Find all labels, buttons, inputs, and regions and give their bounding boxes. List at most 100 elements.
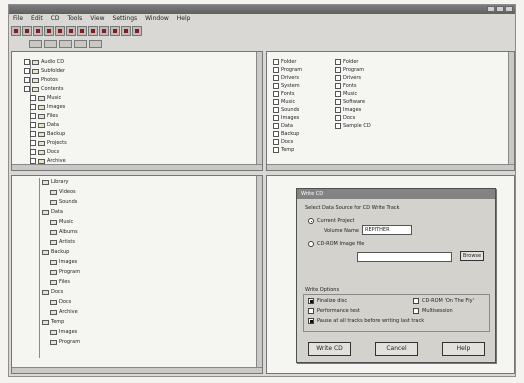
list-item[interactable]: Music [335, 90, 415, 98]
tree-item[interactable]: Backup [30, 130, 65, 138]
checkbox-icon[interactable] [273, 147, 279, 153]
list-item[interactable]: Fonts [335, 82, 415, 90]
new-icon[interactable] [11, 26, 21, 36]
tree-item[interactable]: Images [50, 258, 77, 266]
checkbox-icon[interactable] [335, 59, 341, 65]
list-item[interactable]: Backup [273, 130, 353, 138]
tree-item[interactable]: Archive [30, 157, 66, 165]
volume-name-input[interactable]: REPITHER [362, 225, 412, 235]
cdrom-otf-checkbox[interactable] [413, 298, 419, 304]
tree-item[interactable]: Subfolder [24, 67, 65, 75]
tree-item[interactable]: Music [30, 94, 61, 102]
checkbox-icon[interactable] [24, 86, 30, 92]
vertical-scrollbar[interactable] [508, 52, 514, 170]
write-cd-button[interactable]: Write CD [308, 342, 351, 356]
menu-view[interactable]: View [90, 14, 104, 23]
checkbox-icon[interactable] [335, 99, 341, 105]
checkbox-icon[interactable] [24, 68, 30, 74]
maximize-icon[interactable] [496, 6, 504, 12]
tree-item[interactable]: Artists [50, 238, 75, 246]
checkbox-icon[interactable] [30, 140, 36, 146]
tree-item[interactable]: Music [50, 218, 73, 226]
horizontal-scrollbar[interactable] [12, 367, 262, 373]
tree-item[interactable]: Data [30, 121, 59, 129]
checkbox-icon[interactable] [273, 131, 279, 137]
paste-icon[interactable] [66, 26, 76, 36]
checkbox-icon[interactable] [335, 123, 341, 129]
minimize-icon[interactable] [487, 6, 495, 12]
checkbox-icon[interactable] [30, 113, 36, 119]
checkbox-icon[interactable] [273, 91, 279, 97]
checkbox-icon[interactable] [335, 83, 341, 89]
cd-icon[interactable] [99, 26, 109, 36]
checkbox-icon[interactable] [24, 59, 30, 65]
close-icon[interactable] [505, 6, 513, 12]
browse-button[interactable]: Browse [460, 251, 484, 261]
horizontal-scrollbar[interactable] [267, 164, 514, 170]
finalize-disc-checkbox[interactable] [308, 298, 314, 304]
tree-item[interactable]: Docs [50, 298, 71, 306]
tree-item[interactable]: Contents [24, 85, 64, 93]
menu-help[interactable]: Help [177, 14, 191, 23]
list-item[interactable]: Docs [335, 114, 415, 122]
list-item[interactable]: Temp [273, 146, 353, 154]
refresh-icon[interactable] [74, 40, 87, 48]
list-item[interactable]: Software [335, 98, 415, 106]
checkbox-icon[interactable] [24, 77, 30, 83]
vertical-scrollbar[interactable] [256, 176, 262, 373]
tree-item[interactable]: Audio CD [24, 58, 64, 66]
tree-item[interactable]: Images [30, 103, 65, 111]
menu-settings[interactable]: Settings [113, 14, 138, 23]
menu-file[interactable]: File [13, 14, 23, 23]
list-item[interactable]: Drivers [335, 74, 415, 82]
checkbox-icon[interactable] [30, 149, 36, 155]
checkbox-icon[interactable] [30, 158, 36, 164]
properties-icon[interactable] [89, 40, 102, 48]
checkbox-icon[interactable] [273, 139, 279, 145]
checkbox-icon[interactable] [335, 107, 341, 113]
checkbox-icon[interactable] [273, 59, 279, 65]
checkbox-icon[interactable] [273, 99, 279, 105]
list-item[interactable]: Folder [335, 58, 415, 66]
tree-item[interactable]: Backup [42, 248, 69, 256]
filter-icon[interactable] [44, 40, 57, 48]
list-item[interactable]: Program [335, 66, 415, 74]
help-icon[interactable] [132, 26, 142, 36]
checkbox-icon[interactable] [273, 67, 279, 73]
checkbox-icon[interactable] [335, 91, 341, 97]
tree-item[interactable]: Projects [30, 139, 67, 147]
tree-item[interactable]: Docs [30, 148, 59, 156]
sort-icon[interactable] [59, 40, 72, 48]
tree-item[interactable]: Videos [50, 188, 76, 196]
tree-item[interactable]: Photos [24, 76, 58, 84]
tree-item[interactable]: Files [30, 112, 58, 120]
tree-item[interactable]: Program [50, 268, 80, 276]
multisession-checkbox[interactable] [413, 308, 419, 314]
checkbox-icon[interactable] [30, 122, 36, 128]
help-button[interactable]: Help [442, 342, 485, 356]
tree-item[interactable]: Sounds [50, 198, 77, 206]
checkbox-icon[interactable] [335, 115, 341, 121]
cancel-button[interactable]: Cancel [375, 342, 418, 356]
tree-item[interactable]: Data [42, 208, 63, 216]
menu-window[interactable]: Window [145, 14, 169, 23]
checkbox-icon[interactable] [30, 104, 36, 110]
tree-item[interactable]: Program [50, 338, 80, 346]
save-icon[interactable] [33, 26, 43, 36]
menu-cd[interactable]: CD [51, 14, 60, 23]
checkbox-icon[interactable] [335, 67, 341, 73]
checkbox-icon[interactable] [273, 75, 279, 81]
list-item[interactable]: Sample CD [335, 122, 415, 130]
vertical-scrollbar[interactable] [256, 52, 262, 170]
tree-item[interactable]: Files [50, 278, 70, 286]
view-icon[interactable] [29, 40, 42, 48]
list-item[interactable]: Docs [273, 138, 353, 146]
tree-item[interactable]: Library [42, 178, 68, 186]
iso-path-input[interactable] [357, 252, 452, 262]
tree-item[interactable]: Docs [42, 288, 63, 296]
checkbox-icon[interactable] [335, 75, 341, 81]
settings-icon[interactable] [121, 26, 131, 36]
tree-item[interactable]: Albums [50, 228, 78, 236]
open-icon[interactable] [22, 26, 32, 36]
tree-item[interactable]: Temp [42, 318, 64, 326]
